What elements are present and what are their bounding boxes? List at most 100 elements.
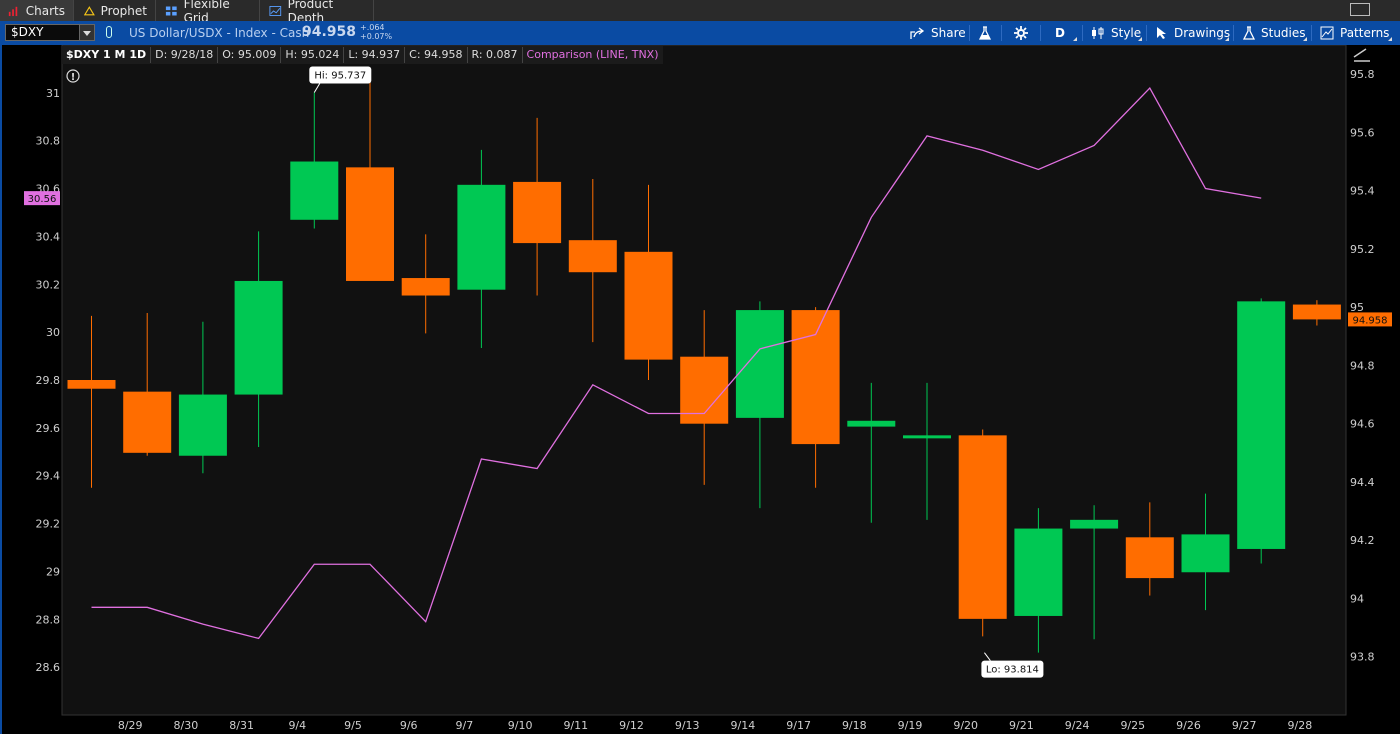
symbol-period: $DXY 1 M 1D	[62, 47, 152, 63]
dropdown-corner-icon	[1225, 37, 1229, 41]
gear-icon	[1014, 26, 1028, 40]
x-axis-tick: 9/10	[508, 719, 533, 732]
tab-bar: Charts Prophet Flexible Grid Product Dep…	[0, 0, 1400, 25]
maximize-icon[interactable]	[1350, 3, 1370, 16]
comparison-label[interactable]: Comparison (LINE, TNX)	[523, 47, 663, 63]
patterns-icon	[1320, 26, 1334, 40]
depth-chart-icon	[269, 5, 282, 16]
right-axis-tick: 95	[1350, 301, 1364, 314]
chart-area[interactable]: 28.6 28.8 29 29.2 29.4 29.6 29.8 30 30.2 30.4 30.6…	[2, 45, 1400, 734]
right-axis-tick: 95.6	[1350, 126, 1375, 139]
x-axis-tick: 9/27	[1232, 719, 1257, 732]
candle-body[interactable]	[568, 240, 617, 273]
cursor-icon	[1157, 27, 1166, 39]
dropdown-corner-icon	[1303, 37, 1307, 41]
candle-body[interactable]	[958, 435, 1007, 619]
right-axis-tick: 95.4	[1350, 185, 1375, 198]
candle-body[interactable]	[1237, 301, 1286, 549]
aggregation-label: D	[1055, 26, 1065, 40]
left-axis-tick: 28.6	[36, 661, 61, 674]
x-axis-tick: 8/29	[118, 719, 143, 732]
candle-body[interactable]	[290, 161, 339, 220]
expand-icon[interactable]	[1353, 48, 1370, 62]
symbol-input[interactable]: $DXY	[5, 24, 95, 41]
right-axis-tick: 94.6	[1350, 418, 1375, 431]
toolbar-divider	[1082, 25, 1083, 41]
x-axis-tick: 9/25	[1120, 719, 1145, 732]
right-axis-tick: 94.8	[1350, 359, 1375, 372]
candle-body[interactable]	[67, 380, 116, 389]
tab-label: Charts	[25, 3, 65, 18]
candle-body[interactable]	[791, 310, 840, 445]
candle-body[interactable]	[513, 181, 562, 244]
studies-button[interactable]: Studies	[1243, 21, 1306, 45]
candle-body[interactable]	[457, 184, 506, 290]
right-axis-tick: 94.4	[1350, 476, 1375, 489]
x-axis-tick: 9/19	[898, 719, 923, 732]
candle-body[interactable]	[1292, 304, 1341, 320]
change-value: +.064	[360, 23, 385, 32]
drawings-label: Drawings	[1174, 26, 1231, 40]
left-axis-tick: 29	[46, 565, 60, 578]
left-axis-tick: 29.6	[36, 422, 61, 435]
candle-body[interactable]	[234, 280, 283, 395]
candle-body[interactable]	[847, 420, 896, 427]
drawings-button[interactable]: Drawings	[1156, 21, 1230, 45]
change-percent: +0.07%	[360, 32, 393, 41]
left-axis-tick: 29.8	[36, 374, 61, 387]
style-label: Style	[1111, 26, 1142, 40]
studies-label: Studies	[1261, 26, 1306, 40]
candle-body[interactable]	[123, 391, 172, 453]
toolbar-divider	[1233, 25, 1234, 41]
tab-product-depth[interactable]: Product Depth	[260, 0, 374, 25]
price-chart[interactable]: 28.628.82929.229.429.629.83030.230.430.6…	[2, 45, 1400, 734]
tab-prophet[interactable]: Prophet	[74, 0, 156, 21]
symbol-dropdown-icon[interactable]	[79, 25, 94, 40]
left-axis-tick: 28.8	[36, 613, 61, 626]
left-axis-tick: 30	[46, 326, 60, 339]
bar-low: L: 94.937	[344, 47, 406, 63]
flask-icon	[1243, 26, 1255, 40]
lab-button[interactable]	[979, 21, 997, 45]
left-axis-tick: 30.8	[36, 135, 61, 148]
patterns-label: Patterns	[1340, 26, 1390, 40]
candle-body[interactable]	[624, 251, 673, 360]
style-button[interactable]: Style	[1091, 21, 1141, 45]
x-axis-tick: 9/26	[1176, 719, 1201, 732]
toolbar-divider	[1001, 25, 1002, 41]
right-axis-tick: 94	[1350, 592, 1364, 605]
last-price-label: 94.958	[1353, 315, 1388, 326]
candle-body[interactable]	[1014, 528, 1063, 616]
x-axis-tick: 9/6	[400, 719, 418, 732]
patterns-button[interactable]: Patterns	[1320, 21, 1389, 45]
candle-body[interactable]	[401, 278, 450, 296]
candle-body[interactable]	[1181, 534, 1230, 573]
candle-body[interactable]	[1125, 537, 1174, 579]
candle-body[interactable]	[178, 394, 227, 456]
candle-body[interactable]	[735, 310, 784, 418]
warning-triangle-icon	[84, 5, 95, 15]
bar-date: D: 9/28/18	[151, 47, 219, 63]
price-change: +.064 +0.07%	[360, 23, 392, 41]
candle-body[interactable]	[346, 167, 394, 281]
lo-label: Lo: 93.814	[986, 665, 1039, 676]
candle-body[interactable]	[903, 435, 951, 439]
x-axis-tick: 9/12	[619, 719, 644, 732]
tab-flexible-grid[interactable]: Flexible Grid	[156, 0, 260, 25]
left-axis-tick: 30.4	[36, 230, 61, 243]
share-label: Share	[931, 26, 966, 40]
right-axis-tick: 95.8	[1350, 68, 1375, 81]
share-button[interactable]: Share	[910, 21, 966, 45]
toolbar-divider	[1311, 25, 1312, 41]
aggregation-button[interactable]: D	[1055, 21, 1065, 45]
tab-charts[interactable]: Charts	[0, 0, 74, 21]
candle-body[interactable]	[1070, 519, 1119, 529]
x-axis-tick: 9/7	[456, 719, 474, 732]
toolbar-divider	[969, 25, 970, 41]
settings-button[interactable]	[1014, 21, 1034, 45]
x-axis-tick: 9/28	[1288, 719, 1313, 732]
bar-open: O: 95.009	[218, 47, 282, 63]
share-icon	[910, 26, 925, 39]
toolbar-divider	[1146, 25, 1147, 41]
link-icon[interactable]	[106, 26, 112, 38]
